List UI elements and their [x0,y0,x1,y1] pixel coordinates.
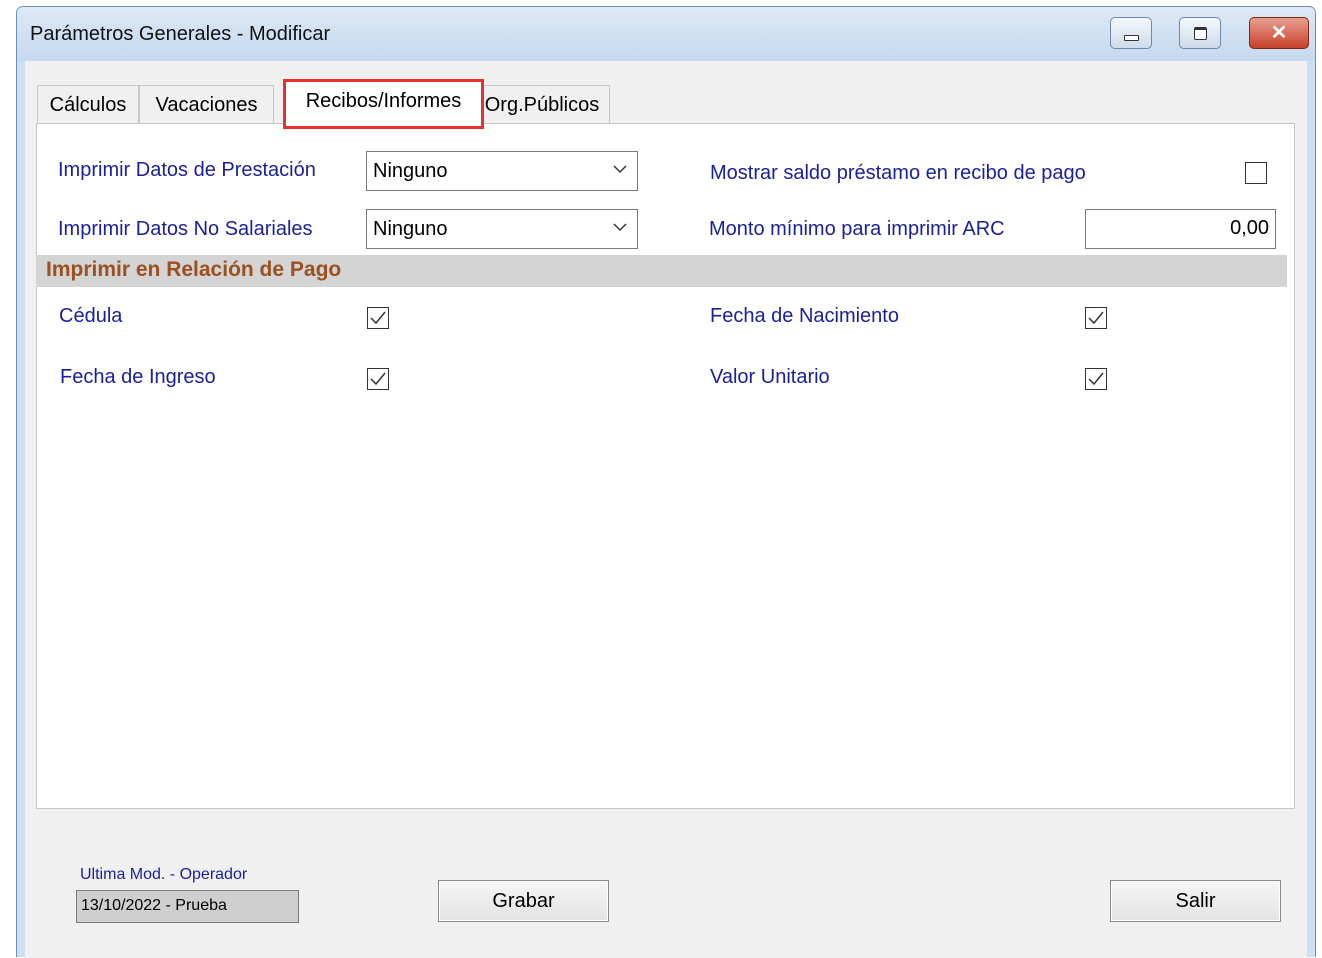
datos-no-salariales-select[interactable]: Ninguno [366,209,638,249]
monto-minimo-input[interactable]: 0,00 [1085,209,1276,249]
tab-org-publicos[interactable]: Org.Públicos [474,85,610,123]
tab-calculos[interactable]: Cálculos [37,85,139,123]
mostrar-saldo-checkbox[interactable] [1245,162,1267,184]
monto-minimo-label: Monto mínimo para imprimir ARC [709,218,1005,240]
last-mod-label: Ultima Mod. - Operador [80,866,248,883]
save-button[interactable]: Grabar [438,880,609,922]
minimize-button[interactable] [1110,17,1152,49]
cedula-label: Cédula [59,305,123,327]
fecha-nacimiento-label: Fecha de Nacimiento [710,305,899,327]
close-icon: ✕ [1270,22,1288,44]
chevron-down-icon [613,165,627,174]
fecha-ingreso-label: Fecha de Ingreso [60,366,216,388]
section-header: Imprimir en Relación de Pago [36,255,1287,287]
chevron-down-icon [613,223,627,232]
dialog-client-area: Cálculos Vacaciones Recibos/Informes Org… [25,61,1307,958]
section-title: Imprimir en Relación de Pago [46,258,342,281]
title-bar[interactable]: Parámetros Generales - Modificar ✕ [17,7,1315,61]
tab-vacaciones[interactable]: Vacaciones [139,85,274,123]
exit-button[interactable]: Salir [1110,880,1281,922]
window-title: Parámetros Generales - Modificar [30,23,331,45]
datos-no-salariales-label: Imprimir Datos No Salariales [58,218,313,240]
minimize-icon [1124,35,1139,41]
cedula-checkbox[interactable] [367,307,389,329]
checkmark-icon [370,311,386,325]
fecha-ingreso-checkbox[interactable] [367,368,389,390]
checkmark-icon [1088,372,1104,386]
maximize-button[interactable] [1179,17,1221,49]
fecha-nacimiento-checkbox[interactable] [1085,307,1107,329]
checkmark-icon [370,372,386,386]
valor-unitario-label: Valor Unitario [710,366,830,388]
datos-prestacion-select[interactable]: Ninguno [366,151,638,191]
datos-prestacion-label: Imprimir Datos de Prestación [58,159,316,181]
maximize-icon [1194,27,1207,40]
mostrar-saldo-label: Mostrar saldo préstamo en recibo de pago [710,162,1086,184]
checkmark-icon [1088,311,1104,325]
last-mod-value: 13/10/2022 - Prueba [76,890,299,923]
tab-recibos-informes[interactable]: Recibos/Informes [283,79,484,124]
close-button[interactable]: ✕ [1249,17,1309,49]
dialog-window: Parámetros Generales - Modificar ✕ Cálcu… [16,6,1316,958]
datos-prestacion-value: Ninguno [373,160,448,182]
datos-no-salariales-value: Ninguno [373,218,448,240]
valor-unitario-checkbox[interactable] [1085,368,1107,390]
